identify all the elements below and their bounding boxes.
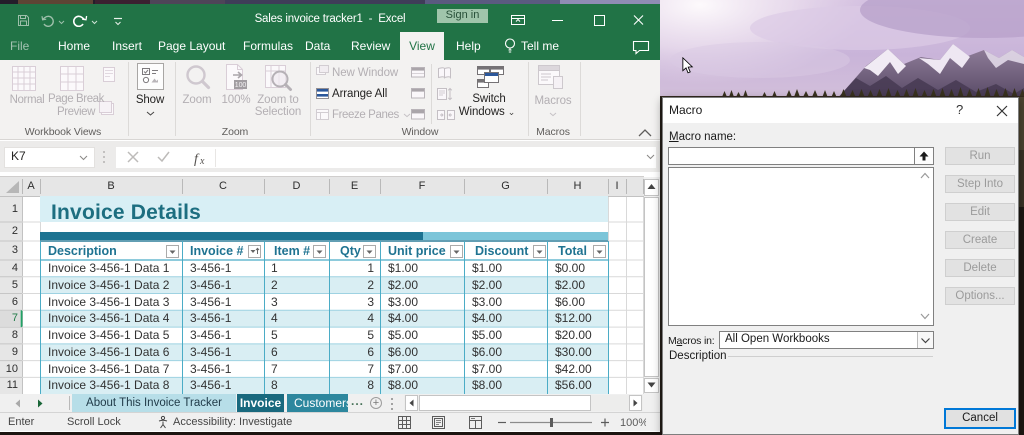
svg-text:100: 100 [235,82,247,89]
svg-text:100%: 100% [620,417,646,429]
svg-text:x: x [199,156,205,166]
